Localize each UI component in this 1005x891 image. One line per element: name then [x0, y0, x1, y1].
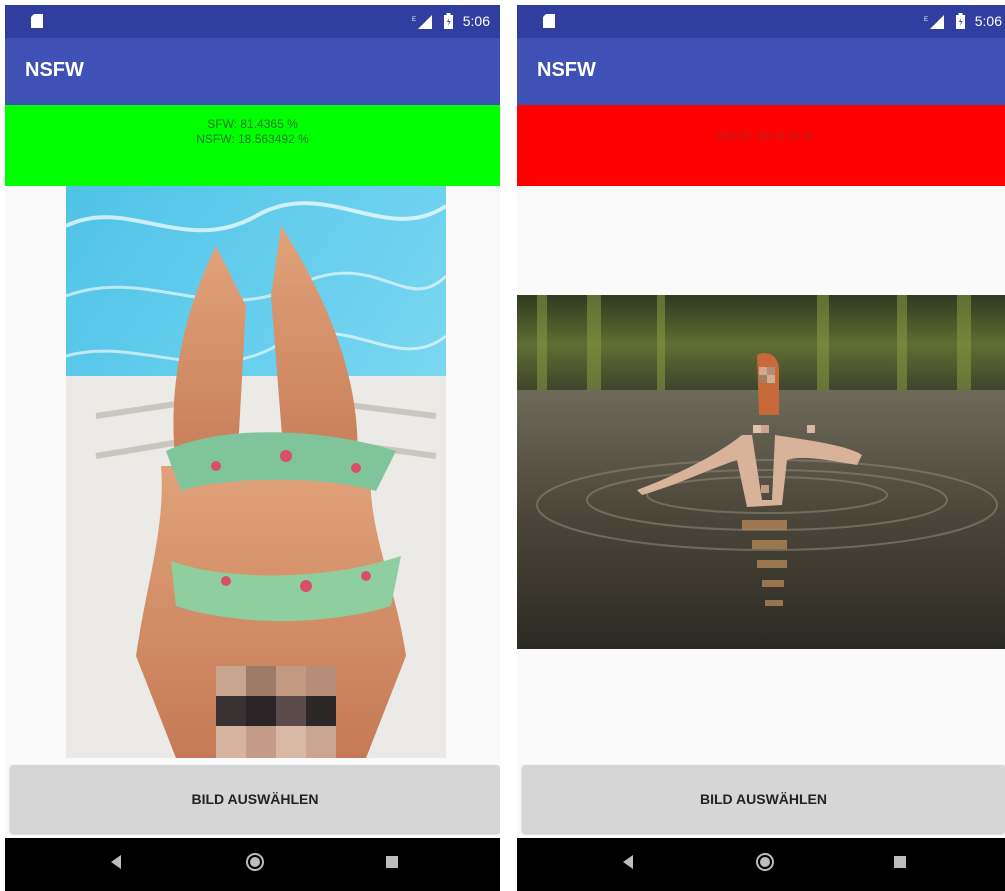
home-icon[interactable]: [245, 852, 265, 872]
phone-screen-left: E 5:06 NSFW SFW: 81.4365 % NSFW: 18.5634…: [5, 5, 500, 891]
app-bar: NSFW: [5, 38, 500, 105]
battery-icon: [444, 13, 453, 29]
phone-screen-right: E 5:06 NSFW NSFW: 99.2144 % BILD AUSWÄHL…: [517, 5, 1005, 891]
recents-icon[interactable]: [893, 855, 907, 869]
sfw-score: SFW: 81.4365 %: [207, 117, 298, 131]
sd-card-icon: [31, 14, 43, 28]
status-bar: E 5:06: [5, 5, 500, 38]
back-icon[interactable]: [621, 854, 635, 870]
nsfw-score: NSFW: 99.2144 %: [714, 129, 815, 143]
selected-image: [66, 186, 446, 758]
navigation-bar: [5, 838, 500, 891]
signal-icon: E: [924, 15, 944, 29]
svg-text:E: E: [924, 17, 928, 23]
nsfw-score: NSFW: 18.563492 %: [196, 132, 309, 146]
clock: 5:06: [462, 13, 490, 29]
app-title: NSFW: [537, 59, 596, 81]
pool-photo-graphic: [66, 186, 446, 758]
status-bar: E 5:06: [517, 5, 1005, 38]
select-image-button[interactable]: BILD AUSWÄHLEN: [10, 765, 500, 833]
classification-result-banner: NSFW: 99.2144 %: [517, 105, 1005, 186]
recents-icon[interactable]: [385, 855, 399, 869]
home-icon[interactable]: [755, 852, 775, 872]
lake-photo-graphic: [517, 295, 1005, 649]
select-image-button[interactable]: BILD AUSWÄHLEN: [522, 765, 1005, 833]
app-title: NSFW: [25, 59, 84, 81]
navigation-bar: [517, 838, 1005, 891]
sd-card-icon: [543, 14, 555, 28]
battery-icon: [956, 13, 965, 29]
clock: 5:06: [974, 13, 1002, 29]
signal-icon: E: [412, 15, 432, 29]
comparison-stage: E 5:06 NSFW SFW: 81.4365 % NSFW: 18.5634…: [0, 0, 1005, 891]
app-bar: NSFW: [517, 38, 1005, 105]
selected-image: [517, 295, 1005, 649]
classification-result-banner: SFW: 81.4365 % NSFW: 18.563492 %: [5, 105, 500, 186]
svg-text:E: E: [412, 17, 416, 23]
back-icon[interactable]: [109, 854, 123, 870]
